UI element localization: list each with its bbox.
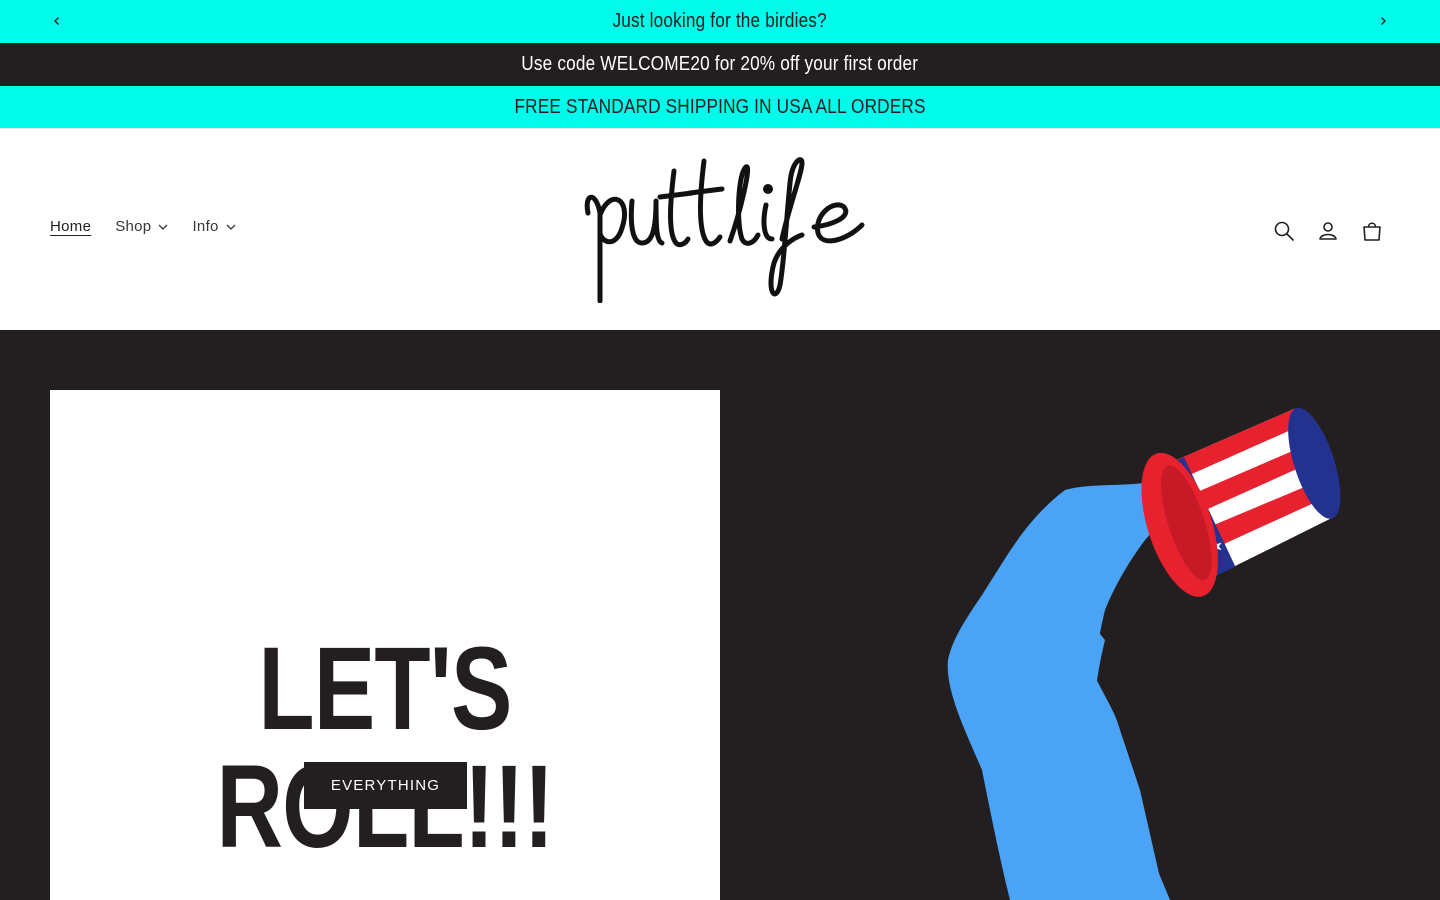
search-button[interactable] bbox=[1269, 216, 1299, 246]
nav-item-label: Info bbox=[192, 218, 219, 235]
chevron-down-icon bbox=[158, 224, 168, 230]
announcement-bar-promo: Use code WELCOME20 for 20% off your firs… bbox=[0, 43, 1440, 86]
cart-icon bbox=[1363, 222, 1381, 241]
announcement-text: Just looking for the birdies? bbox=[612, 10, 828, 32]
nav-item-info[interactable]: Info bbox=[192, 218, 236, 235]
announcement-next-button[interactable] bbox=[1371, 10, 1395, 32]
hero-section: LET'S ROLL!!! EVERYTHING ★ ★ ★ bbox=[0, 330, 1440, 900]
hero-text-card: LET'S ROLL!!! EVERYTHING bbox=[50, 390, 720, 900]
hero-title: LET'S ROLL!!! bbox=[216, 623, 554, 866]
nav-item-home[interactable]: Home bbox=[50, 218, 91, 235]
nav-item-label: Shop bbox=[115, 218, 152, 235]
shop-everything-button[interactable]: EVERYTHING bbox=[304, 762, 467, 809]
shipping-text: FREE STANDARD SHIPPING IN USA ALL ORDERS bbox=[514, 95, 926, 118]
site-header: Home Shop Info bbox=[0, 129, 1440, 330]
nav-item-label: Home bbox=[50, 218, 92, 235]
golfer-silhouette-image: ★ ★ ★ bbox=[720, 390, 1390, 900]
promo-text: Use code WELCOME20 for 20% off your firs… bbox=[521, 53, 919, 75]
announcement-bar-shipping: FREE STANDARD SHIPPING IN USA ALL ORDERS bbox=[0, 86, 1440, 129]
search-icon bbox=[1274, 221, 1294, 241]
chevron-right-icon bbox=[1381, 17, 1386, 25]
announcement-prev-button[interactable] bbox=[45, 10, 69, 32]
chevron-down-icon bbox=[226, 224, 236, 230]
account-icon bbox=[1319, 222, 1337, 240]
header-icons bbox=[1269, 216, 1401, 246]
putt-life-logo[interactable] bbox=[570, 153, 870, 303]
cart-button[interactable] bbox=[1357, 216, 1387, 246]
main-nav: Home Shop Info bbox=[50, 218, 260, 235]
nav-item-shop[interactable]: Shop bbox=[115, 218, 168, 235]
chevron-left-icon bbox=[54, 17, 59, 25]
account-button[interactable] bbox=[1313, 216, 1343, 246]
announcement-bar-rotating: Just looking for the birdies? bbox=[0, 0, 1440, 43]
